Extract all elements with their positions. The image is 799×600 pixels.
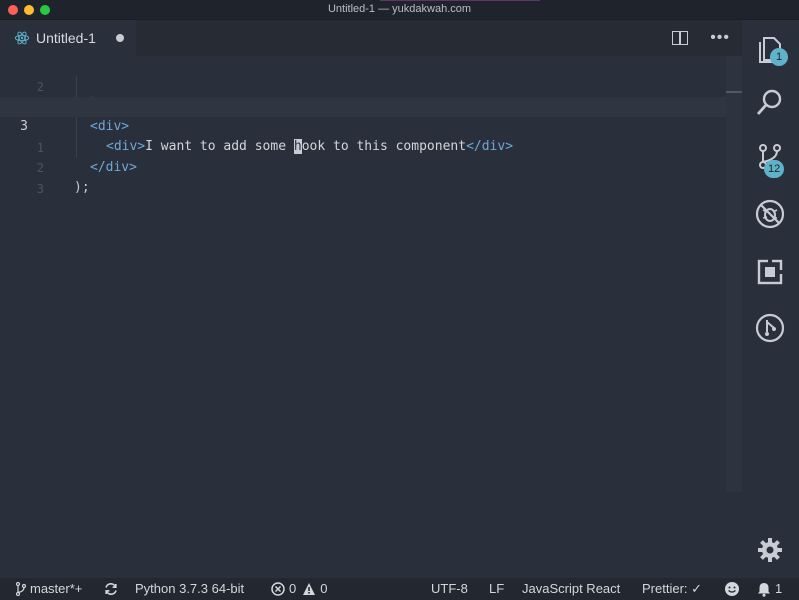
code-line-3[interactable]: 3 <div>I want to add some hook to this c…: [0, 97, 742, 154]
git-graph-button[interactable]: [754, 312, 786, 344]
unsaved-dot-icon[interactable]: [116, 34, 124, 42]
code-line-1[interactable]: 2 export default () ⇒ (: [0, 57, 742, 114]
window-title: Untitled-1 — yukdakwah.com: [327, 3, 472, 15]
encoding-status[interactable]: UTF-8: [431, 578, 468, 600]
react-icon: [14, 31, 30, 45]
source-control-badge: 12: [764, 160, 785, 178]
prettier-status[interactable]: Prettier: ✓: [642, 578, 702, 600]
search-button[interactable]: [754, 86, 786, 118]
language-mode[interactable]: JavaScript React: [522, 578, 620, 600]
more-actions-icon[interactable]: •••: [710, 30, 730, 46]
vertical-scrollbar[interactable]: [726, 56, 742, 492]
title-accent: [380, 0, 540, 1]
python-interpreter[interactable]: Python 3.7.3 64-bit: [135, 578, 244, 600]
explorer-button[interactable]: 1: [754, 32, 788, 66]
sync-icon: [105, 583, 117, 595]
warning-icon: [303, 583, 316, 595]
tab-untitled-1[interactable]: Untitled-1: [0, 20, 136, 56]
gear-icon: [758, 538, 782, 562]
git-graph-icon: [755, 313, 785, 343]
status-bar: master*+ Python 3.7.3 64-bit 0 0 UTF-8 L…: [0, 578, 799, 600]
error-icon: [271, 582, 285, 596]
code-text: );: [74, 180, 90, 195]
explorer-badge: 1: [770, 48, 788, 66]
feedback-button[interactable]: [724, 578, 744, 600]
line-number: 3: [36, 182, 44, 196]
activity-bar: 1 12: [742, 20, 799, 578]
sync-status[interactable]: [104, 578, 122, 600]
editor-actions: •••: [672, 20, 742, 56]
code-editor[interactable]: 2 export default () ⇒ ( 1 <div> 3 <div>I…: [0, 56, 742, 578]
git-branch-icon: [16, 582, 26, 596]
eol-status[interactable]: LF: [489, 578, 504, 600]
error-count: 0: [289, 581, 297, 596]
warning-count: 0: [320, 581, 328, 596]
source-control-button[interactable]: 12: [754, 140, 786, 178]
bell-icon: [758, 582, 770, 597]
search-icon: [756, 89, 782, 115]
scrollbar-cursor-marker: [726, 91, 742, 93]
branch-label: master*+: [30, 581, 83, 596]
settings-button[interactable]: [754, 534, 786, 566]
smiley-icon: [725, 582, 739, 596]
extensions-button[interactable]: [754, 256, 786, 288]
notifications-button[interactable]: 1: [757, 578, 782, 600]
tab-bar: Untitled-1 •••: [0, 20, 742, 56]
title-bar: Untitled-1 — yukdakwah.com: [0, 0, 799, 20]
code-line-2[interactable]: 1 <div>: [0, 77, 742, 134]
tab-label: Untitled-1: [36, 30, 96, 46]
branch-status[interactable]: master*+: [16, 578, 82, 600]
code-line-5[interactable]: 2 );: [0, 138, 742, 195]
split-editor-icon[interactable]: [672, 31, 689, 45]
no-bug-icon: [755, 199, 785, 229]
debug-button[interactable]: [754, 198, 786, 230]
notification-count: 1: [775, 581, 783, 596]
code-line-4[interactable]: 1 </div>: [0, 118, 742, 175]
problems-status[interactable]: 0 0: [271, 578, 327, 600]
code-line-6[interactable]: 3: [0, 159, 742, 196]
extensions-icon: [757, 259, 783, 285]
